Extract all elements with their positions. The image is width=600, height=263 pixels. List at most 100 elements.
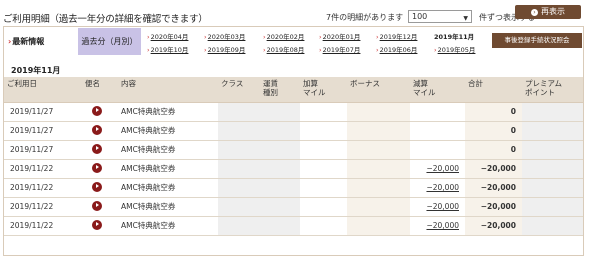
cell-content: AMC特典航空券: [118, 197, 218, 217]
cell-content: AMC特典航空券: [118, 140, 218, 160]
month-link[interactable]: 2019年05月: [434, 44, 476, 54]
month-link[interactable]: 2020年02月: [263, 31, 305, 41]
play-circle-icon[interactable]: [92, 200, 102, 211]
cell-deducted-miles[interactable]: −20,000: [410, 197, 465, 217]
cell-date: 2019/11/22: [4, 159, 82, 179]
cell-total: −20,000: [465, 197, 522, 217]
month-link[interactable]: 2019年08月: [263, 44, 305, 54]
cell-flight: [82, 121, 118, 141]
cell-added-miles: [300, 216, 347, 236]
section-month-heading: 2019年11月: [11, 66, 61, 75]
month-link[interactable]: 2019年06月: [376, 44, 418, 54]
cell-total: −20,000: [465, 159, 522, 179]
month-link[interactable]: 2020年04月: [147, 31, 189, 41]
cell-bonus: [347, 216, 410, 236]
cell-deducted-miles[interactable]: [410, 121, 465, 141]
table-row: 2019/11/27 AMC特典航空券 0: [4, 121, 583, 141]
cell-flight: [82, 197, 118, 217]
table-row: 2019/11/22 AMC特典航空券 −20,000 −20,000: [4, 197, 583, 217]
cell-added-miles: [300, 121, 347, 141]
table-row: 2019/11/27 AMC特典航空券 0: [4, 140, 583, 160]
cell-deducted-miles[interactable]: [410, 102, 465, 122]
cell-bonus: [347, 197, 410, 217]
cell-deducted-miles[interactable]: −20,000: [410, 216, 465, 236]
cell-deducted-miles[interactable]: −20,000: [410, 159, 465, 179]
cell-fare-type: [260, 216, 300, 236]
cell-premium-points: [522, 121, 583, 141]
col-header-class: クラス: [218, 77, 260, 103]
cell-content: AMC特典航空券: [118, 178, 218, 198]
col-header-content: 内容: [118, 77, 218, 103]
cell-added-miles: [300, 102, 347, 122]
per-page-value: 100: [412, 12, 428, 21]
cell-date: 2019/11/27: [4, 140, 82, 160]
col-header-deducted-miles: 減算 マイル: [410, 77, 465, 103]
cell-premium-points: [522, 140, 583, 160]
cell-content: AMC特典航空券: [118, 121, 218, 141]
cell-class: [218, 102, 260, 122]
cell-deducted-miles[interactable]: [410, 140, 465, 160]
cell-date: 2019/11/27: [4, 102, 82, 122]
cell-content: AMC特典航空券: [118, 102, 218, 122]
cell-added-miles: [300, 159, 347, 179]
month-link[interactable]: 2020年01月: [319, 31, 361, 41]
cell-bonus: [347, 140, 410, 160]
play-circle-icon[interactable]: [92, 143, 102, 154]
cell-added-miles: [300, 178, 347, 198]
cell-flight: [82, 216, 118, 236]
col-header-fare-type: 運賃 種別: [260, 77, 300, 103]
play-circle-icon[interactable]: [92, 105, 102, 116]
table-header-row: ご利用日 便名 内容 クラス 運賃 種別 加算 マイル ボーナス 減算 マイル …: [4, 77, 583, 103]
cell-premium-points: [522, 216, 583, 236]
redisplay-button[interactable]: › 再表示: [515, 5, 581, 19]
cell-bonus: [347, 102, 410, 122]
cell-bonus: [347, 159, 410, 179]
cell-date: 2019/11/22: [4, 216, 82, 236]
cell-flight: [82, 140, 118, 160]
statement-panel: 最新情報 過去分（月別） 2020年04月 2020年03月 2020年02月 …: [3, 26, 584, 256]
cell-total: −20,000: [465, 178, 522, 198]
play-circle-icon[interactable]: [92, 124, 102, 135]
month-link[interactable]: 2019年12月: [376, 31, 418, 41]
cell-content: AMC特典航空券: [118, 216, 218, 236]
cell-date: 2019/11/22: [4, 178, 82, 198]
cell-premium-points: [522, 102, 583, 122]
result-count: 7件の明細があります: [326, 13, 404, 22]
inquiry-status-button[interactable]: 事後登録手続状況照会: [492, 33, 582, 48]
cell-fare-type: [260, 140, 300, 160]
cell-bonus: [347, 178, 410, 198]
tab-past-monthly[interactable]: 過去分（月別）: [78, 28, 141, 55]
col-header-flight: 便名: [82, 77, 118, 103]
cell-total: 0: [465, 102, 522, 122]
table-row: 2019/11/22 AMC特典航空券 −20,000 −20,000: [4, 178, 583, 198]
chevron-down-icon: ▼: [463, 15, 468, 22]
cell-fare-type: [260, 121, 300, 141]
table-row: 2019/11/22 AMC特典航空券 −20,000 −20,000: [4, 159, 583, 179]
cell-deducted-miles[interactable]: −20,000: [410, 178, 465, 198]
cell-class: [218, 178, 260, 198]
tab-latest[interactable]: 最新情報: [8, 36, 44, 47]
month-link[interactable]: 2019年10月: [147, 44, 189, 54]
cell-fare-type: [260, 178, 300, 198]
cell-premium-points: [522, 197, 583, 217]
cell-fare-type: [260, 197, 300, 217]
cell-class: [218, 121, 260, 141]
play-circle-icon[interactable]: [92, 219, 102, 230]
cell-content: AMC特典航空券: [118, 159, 218, 179]
cell-flight: [82, 159, 118, 179]
cell-class: [218, 216, 260, 236]
play-circle-icon[interactable]: [92, 162, 102, 173]
month-link[interactable]: 2020年03月: [204, 31, 246, 41]
month-link[interactable]: 2019年07月: [319, 44, 361, 54]
cell-premium-points: [522, 178, 583, 198]
table-row: 2019/11/22 AMC特典航空券 −20,000 −20,000: [4, 216, 583, 236]
circle-arrow-icon: ›: [531, 9, 538, 16]
month-link[interactable]: 2019年09月: [204, 44, 246, 54]
play-circle-icon[interactable]: [92, 181, 102, 192]
cell-class: [218, 140, 260, 160]
cell-date: 2019/11/22: [4, 197, 82, 217]
statement-table: ご利用日 便名 内容 クラス 運賃 種別 加算 マイル ボーナス 減算 マイル …: [4, 77, 583, 236]
per-page-select[interactable]: 100 ▼: [408, 10, 472, 23]
cell-class: [218, 197, 260, 217]
cell-bonus: [347, 121, 410, 141]
